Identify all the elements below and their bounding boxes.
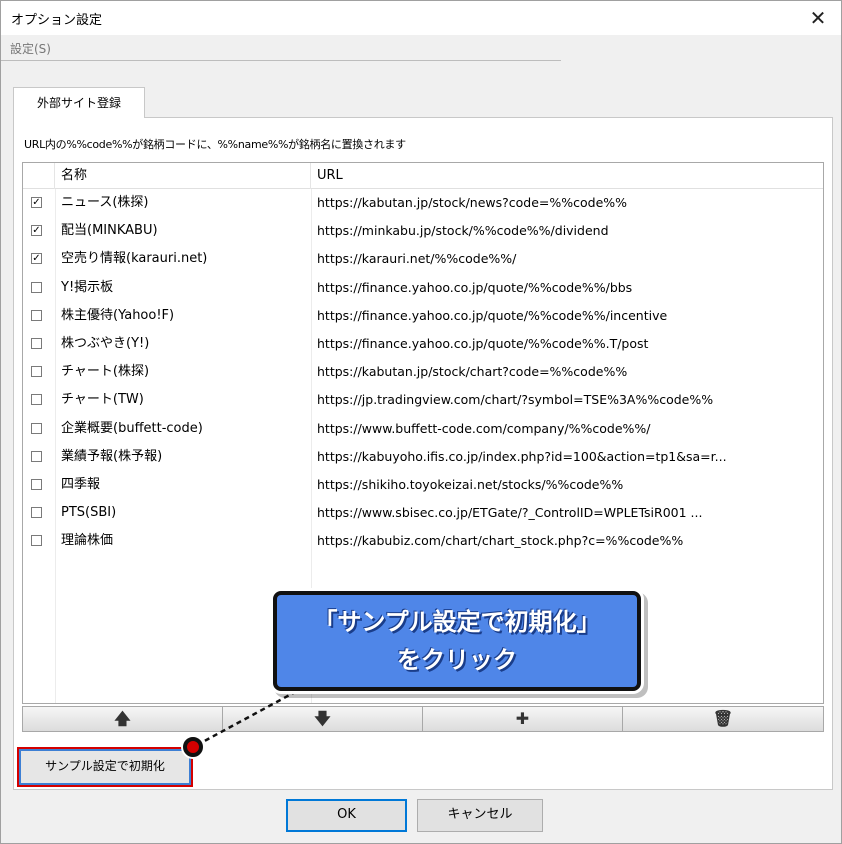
ok-button[interactable]: OK [286,799,407,832]
row-name: 空売り情報(karauri.net) [61,251,208,267]
row-url: https://jp.tradingview.com/chart/?symbol… [317,392,714,408]
row-url: https://finance.yahoo.co.jp/quote/%%code… [317,307,668,323]
callout-line-1: 「サンプル設定で初期化」 [313,608,601,636]
table-row[interactable]: 四季報 https://shikiho.toyokeizai.net/stocks… [23,471,823,499]
row-url: https://www.sbisec.co.jp/ETGate/?_Contro… [317,505,703,521]
row-url: https://finance.yahoo.co.jp/quote/%%code… [317,279,633,295]
table-row[interactable]: Y!掲示板 https://finance.yahoo.co.jp/quote/%… [23,274,823,302]
list-header: 名称 URL [23,163,823,189]
row-name: 株つぶやき(Y!) [61,336,150,351]
add-button[interactable]: ✚ [422,706,623,732]
header-name[interactable]: 名称 [55,163,311,189]
row-url: https://finance.yahoo.co.jp/quote/%%code… [317,336,649,351]
row-checkbox[interactable] [31,507,42,519]
header-check[interactable] [23,163,55,189]
row-checkbox[interactable]: ✓ [31,225,42,237]
row-checkbox[interactable] [31,309,42,321]
row-name: 株主優待(Yahoo!F) [61,307,175,323]
row-checkbox[interactable] [31,281,42,293]
row-checkbox[interactable] [31,479,42,490]
row-checkbox[interactable] [31,394,42,406]
table-row[interactable]: チャート(株探) https://kabutan.jp/stock/chart?c… [23,358,823,386]
arrow-up-icon: 🡅 [114,709,131,728]
options-dialog: オプション設定 ✕ 設定(S) 外部サイト登録 URL内の%%code%%が銘柄… [0,0,842,844]
row-name: チャート(株探) [61,364,150,380]
arrow-down-icon: 🡇 [314,709,331,728]
row-url: https://www.buffett-code.com/company/%%c… [317,420,651,436]
table-row[interactable]: 企業概要(buffett-code) https://www.buffett-co… [23,415,823,443]
list-toolbar: 🡅 🡇 ✚ 🗑 [22,706,824,732]
trash-icon: 🗑 [712,709,734,728]
row-checkbox[interactable] [31,366,42,378]
callout-dot [183,737,203,757]
menu-bar: 設定(S) [1,35,561,61]
row-name: 企業概要(buffett-code) [61,420,203,436]
table-row[interactable]: チャート(TW) https://jp.tradingview.com/chart… [23,386,823,414]
menu-settings[interactable]: 設定(S) [10,40,51,57]
table-row[interactable]: 株つぶやき(Y!) https://finance.yahoo.co.jp/quo… [23,330,823,358]
table-row[interactable]: 業績予報(株予報) https://kabuyoho.ifis.co.jp/ind… [23,443,823,471]
row-name: Y!掲示板 [61,279,114,295]
row-checkbox[interactable] [31,450,42,462]
row-url: https://shikiho.toyokeizai.net/stocks/%%… [317,477,624,492]
table-row[interactable]: 株主優待(Yahoo!F) https://finance.yahoo.co.jp… [23,302,823,330]
row-name: 理論株価 [61,533,114,549]
plus-icon: ✚ [515,709,530,728]
reset-to-sample-button[interactable]: サンプル設定で初期化 [17,747,193,787]
cancel-button[interactable]: キャンセル [417,799,543,832]
row-name: ニュース(株探) [61,195,149,210]
table-row[interactable]: ✓ 空売り情報(karauri.net) https://karauri.net/%… [23,245,823,273]
tab-external-sites[interactable]: 外部サイト登録 [13,87,145,118]
row-url: https://karauri.net/%%code%%/ [317,251,517,267]
row-checkbox[interactable] [31,535,42,547]
window-title: オプション設定 [11,13,103,28]
row-checkbox[interactable]: ✓ [31,197,42,208]
table-row[interactable]: ✓ ニュース(株探) https://kabutan.jp/stock/news?c… [23,189,823,217]
callout-leader-line [196,689,298,747]
row-name: 配当(MINKABU) [61,223,158,239]
title-bar: オプション設定 ✕ [1,1,841,35]
row-checkbox[interactable]: ✓ [31,253,42,265]
delete-button[interactable]: 🗑 [622,706,824,732]
callout-line-2: をクリック [397,646,517,674]
row-url: https://kabutan.jp/stock/news?code=%%cod… [317,195,628,210]
row-url: https://kabuyoho.ifis.co.jp/index.php?id… [317,448,727,464]
instruction-callout: 「サンプル設定で初期化」 をクリック [273,591,641,691]
row-checkbox[interactable] [31,338,42,349]
row-name: 業績予報(株予報) [61,448,163,464]
table-row[interactable]: 理論株価 https://kabubiz.com/chart/chart_stoc… [23,527,823,555]
row-name: PTS(SBI) [61,505,117,521]
table-row[interactable]: ✓ 配当(MINKABU) https://minkabu.jp/stock/%%c… [23,217,823,245]
close-icon[interactable]: ✕ [795,1,841,35]
row-url: https://kabubiz.com/chart/chart_stock.ph… [317,533,684,549]
row-name: 四季報 [61,477,101,492]
header-url[interactable]: URL [311,163,823,189]
table-row[interactable]: PTS(SBI) https://www.sbisec.co.jp/ETGate/… [23,499,823,527]
row-checkbox[interactable] [31,422,42,434]
row-url: https://kabutan.jp/stock/chart?code=%%co… [317,364,628,380]
placeholder-description: URL内の%%code%%が銘柄コードに、%%name%%が銘柄名に置換されます [24,138,406,151]
row-url: https://minkabu.jp/stock/%%code%%/divide… [317,223,609,239]
row-name: チャート(TW) [61,392,144,408]
